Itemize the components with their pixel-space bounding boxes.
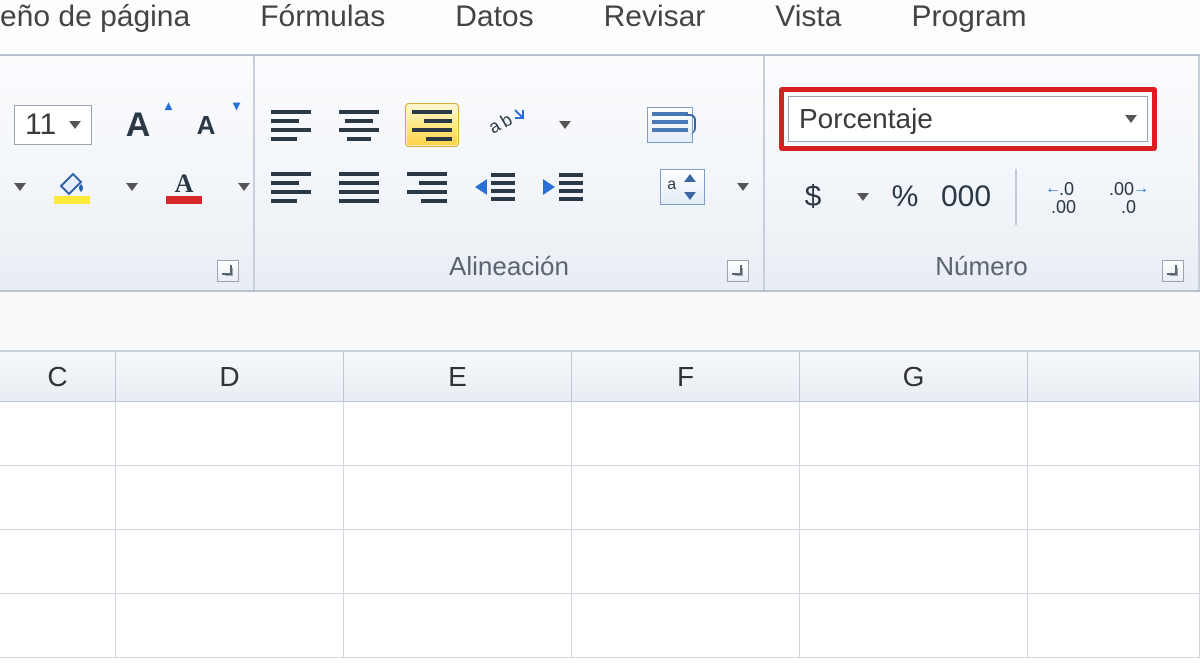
cell[interactable] xyxy=(800,594,1028,658)
column-header[interactable]: G xyxy=(800,352,1028,402)
wrap-text-button[interactable] xyxy=(647,103,693,147)
percent-style-button[interactable]: % xyxy=(883,175,927,219)
grow-font-button[interactable]: A▴ xyxy=(116,103,160,147)
orientation-button[interactable]: ab xyxy=(483,103,527,147)
cell[interactable] xyxy=(1028,466,1200,530)
align-right-button[interactable] xyxy=(405,165,449,209)
cell[interactable] xyxy=(1028,402,1200,466)
svg-text:.0: .0 xyxy=(1121,197,1136,217)
svg-text:A: A xyxy=(175,170,194,196)
cell[interactable] xyxy=(1028,530,1200,594)
column-header[interactable] xyxy=(1028,352,1200,402)
cells xyxy=(0,402,1200,658)
spreadsheet-grid: C D E F G xyxy=(0,352,1200,658)
font-color-dropdown[interactable] xyxy=(238,183,250,191)
cell[interactable] xyxy=(116,466,344,530)
column-headers: C D E F G xyxy=(0,352,1200,402)
decrease-indent-button[interactable] xyxy=(473,165,517,209)
cell[interactable] xyxy=(344,530,572,594)
group-font: 11 A▴ A▾ A xyxy=(0,56,255,290)
svg-text:.0: .0 xyxy=(1059,179,1074,199)
font-size-value: 11 xyxy=(25,108,56,142)
cell[interactable] xyxy=(572,466,800,530)
formula-bar-area[interactable] xyxy=(0,292,1200,352)
decrease-decimal-button[interactable]: .00 → .0 xyxy=(1103,175,1151,219)
number-dialog-launcher[interactable] xyxy=(1162,260,1184,282)
align-top-button[interactable] xyxy=(269,103,313,147)
font-color-button[interactable]: A xyxy=(162,165,206,209)
tab-developer[interactable]: Program xyxy=(911,0,1026,34)
fill-color-dropdown[interactable] xyxy=(126,183,138,191)
cell[interactable] xyxy=(0,466,116,530)
ribbon-tabs: eño de página Fórmulas Datos Revisar Vis… xyxy=(0,0,1200,56)
column-header[interactable]: F xyxy=(572,352,800,402)
cell[interactable] xyxy=(116,594,344,658)
accounting-format-button[interactable]: $ xyxy=(791,175,835,219)
group-alignment: ab xyxy=(255,56,765,290)
cell[interactable] xyxy=(800,466,1028,530)
tab-data[interactable]: Datos xyxy=(455,0,533,34)
cell[interactable] xyxy=(344,466,572,530)
column-header[interactable]: E xyxy=(344,352,572,402)
cell[interactable] xyxy=(800,530,1028,594)
cell[interactable] xyxy=(800,402,1028,466)
shrink-font-button[interactable]: A▾ xyxy=(184,103,228,147)
tab-formulas[interactable]: Fórmulas xyxy=(260,0,385,34)
group-label-number: Número xyxy=(935,251,1027,282)
svg-text:→: → xyxy=(1133,180,1149,197)
number-format-highlight: Porcentaje xyxy=(779,87,1157,151)
group-label-alignment: Alineación xyxy=(449,251,569,282)
tab-page-layout[interactable]: eño de página xyxy=(0,0,190,34)
cell[interactable] xyxy=(572,402,800,466)
orientation-dropdown[interactable] xyxy=(559,121,571,129)
cell[interactable] xyxy=(0,594,116,658)
accounting-format-dropdown[interactable] xyxy=(857,193,869,201)
cell[interactable] xyxy=(0,530,116,594)
merge-center-dropdown[interactable] xyxy=(737,183,749,191)
border-split-dropdown[interactable] xyxy=(14,183,26,191)
font-dialog-launcher[interactable] xyxy=(217,260,239,282)
fill-color-swatch xyxy=(54,196,90,204)
align-left-button[interactable] xyxy=(269,165,313,209)
tab-view[interactable]: Vista xyxy=(775,0,841,34)
wrap-text-icon xyxy=(647,107,693,143)
svg-text:.00: .00 xyxy=(1051,197,1076,217)
ribbon: 11 A▴ A▾ A xyxy=(0,56,1200,292)
number-format-combo[interactable]: Porcentaje xyxy=(788,96,1148,142)
cell[interactable] xyxy=(0,402,116,466)
merge-center-button[interactable] xyxy=(660,165,705,209)
merge-center-icon xyxy=(660,169,705,205)
increase-indent-button[interactable] xyxy=(541,165,585,209)
font-color-swatch xyxy=(166,196,202,204)
separator xyxy=(1015,169,1017,225)
fill-color-button[interactable] xyxy=(50,165,94,209)
svg-text:.00: .00 xyxy=(1109,179,1134,199)
font-size-combo[interactable]: 11 xyxy=(14,103,92,147)
column-header[interactable]: D xyxy=(116,352,344,402)
cell[interactable] xyxy=(572,530,800,594)
tab-review[interactable]: Revisar xyxy=(604,0,706,34)
number-format-value: Porcentaje xyxy=(799,103,933,135)
increase-decimal-button[interactable]: ← .0 .00 xyxy=(1041,175,1089,219)
comma-style-button[interactable]: 000 xyxy=(941,175,991,219)
alignment-dialog-launcher[interactable] xyxy=(727,260,749,282)
cell[interactable] xyxy=(116,530,344,594)
cell[interactable] xyxy=(344,594,572,658)
cell[interactable] xyxy=(1028,594,1200,658)
cell[interactable] xyxy=(116,402,344,466)
cell[interactable] xyxy=(572,594,800,658)
align-bottom-button[interactable] xyxy=(405,103,459,147)
cell[interactable] xyxy=(344,402,572,466)
column-header[interactable]: C xyxy=(0,352,116,402)
align-middle-button[interactable] xyxy=(337,103,381,147)
align-center-button[interactable] xyxy=(337,165,381,209)
group-number: Porcentaje $ % 000 xyxy=(765,56,1200,290)
